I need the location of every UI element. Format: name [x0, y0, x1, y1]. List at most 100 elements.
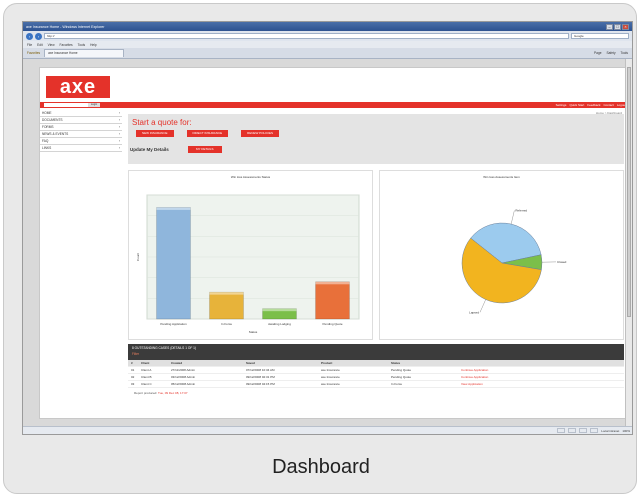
- chevron-right-icon: ›: [118, 146, 120, 150]
- sidebar-item-documents[interactable]: DOCUMENTS ›: [40, 117, 122, 124]
- cases-table-title: 8 OUTSTANDING CASES (DETAILS 1 OF 1): [132, 346, 196, 350]
- new-insurance-button[interactable]: NEW INSURANCE: [136, 130, 174, 137]
- quote-title: Start a quote for:: [132, 118, 192, 127]
- caption: Dashboard: [272, 456, 370, 478]
- table-row[interactable]: 03 Client C 05/12/2008 Admin 09/12/2008 04…: [128, 381, 624, 388]
- renew-policies-button[interactable]: RENEW POLICIES: [241, 130, 279, 137]
- axe-logo[interactable]: axe: [46, 76, 110, 98]
- web-page: axe Login Settings Quick Start Feedback …: [39, 67, 630, 419]
- my-details-button[interactable]: MY DETAILS: [188, 146, 222, 153]
- sidebar-item-faq[interactable]: FAQ ›: [40, 138, 122, 145]
- forward-icon[interactable]: ›: [35, 32, 42, 40]
- bar-chart-panel: Win loss Assessments Status Pending Appl…: [128, 170, 373, 340]
- bar-highlight: [262, 308, 297, 312]
- bar-highlight: [156, 207, 191, 210]
- sidebar: HOME › DOCUMENTS › FORMS › NEWS & EVENTS › F…: [40, 110, 122, 152]
- x-tick-label: In Force: [221, 322, 232, 326]
- tool-safety[interactable]: Safety: [607, 51, 616, 55]
- menu-tools[interactable]: Tools: [78, 43, 85, 47]
- x-axis-label: Status: [249, 330, 258, 334]
- login-button[interactable]: Login: [88, 102, 100, 107]
- pie-chart-panel: Win loss Assessments Item Referred Closed…: [379, 170, 624, 340]
- link-feedback[interactable]: Feedback: [587, 103, 600, 107]
- minimize-icon[interactable]: –: [606, 23, 613, 30]
- row-action-link[interactable]: Continue Application: [458, 367, 548, 373]
- window-title: axe Insurance Home - Windows Internet Ex…: [26, 24, 105, 29]
- menu-help[interactable]: Help: [90, 43, 97, 47]
- pie-label: Closed: [557, 260, 567, 264]
- pie-label: Lapsed: [469, 310, 479, 314]
- chevron-right-icon: ›: [118, 139, 120, 143]
- menu-favorites[interactable]: Favorites: [60, 43, 73, 47]
- page-viewport: axe Login Settings Quick Start Feedback …: [23, 59, 630, 428]
- col-header: Client: [141, 361, 150, 365]
- col-header: Status: [391, 361, 401, 365]
- quote-panel: Start a quote for: NEW INSURANCE DIRECT …: [128, 114, 624, 164]
- direct-insurance-button[interactable]: DIRECT INSURANCE: [186, 130, 229, 137]
- sidebar-item-home[interactable]: HOME ›: [40, 110, 122, 117]
- bar-highlight: [315, 281, 350, 285]
- x-tick-label: Pending Application: [160, 322, 187, 326]
- col-header: Saved: [246, 361, 255, 365]
- bar-1: [156, 207, 191, 320]
- sidebar-item-news[interactable]: NEWS & EVENTS ›: [40, 131, 122, 138]
- address-bar: ‹ › http:// Google: [23, 31, 632, 41]
- chevron-right-icon: ›: [118, 125, 120, 129]
- top-nav-bar: Login Settings Quick Start Feedback Cont…: [40, 102, 630, 108]
- col-header: #: [131, 361, 133, 365]
- col-header: Product: [321, 361, 333, 365]
- bar-highlight: [209, 292, 244, 295]
- menu-view[interactable]: View: [48, 43, 55, 47]
- tab-axe-home[interactable]: axe Insurance Home: [44, 49, 125, 57]
- bar-2: [209, 291, 244, 320]
- y-axis-label: Count: [136, 253, 140, 261]
- col-header: Created: [171, 361, 183, 365]
- vertical-scrollbar[interactable]: [625, 59, 632, 428]
- row-action-link[interactable]: View Application: [458, 381, 548, 387]
- tool-tools[interactable]: Tools: [621, 51, 628, 55]
- bar-chart: Pending Application In Force Awaiting Lodg…: [136, 194, 360, 334]
- pie-label: Referred: [515, 208, 527, 212]
- sidebar-item-forms[interactable]: FORMS ›: [40, 124, 122, 131]
- menu-bar: File Edit View Favorites Tools Help: [23, 41, 632, 48]
- link-settings[interactable]: Settings: [556, 103, 567, 107]
- pie-leader-line: [510, 210, 515, 225]
- search-input[interactable]: Google: [571, 33, 629, 39]
- filter-link[interactable]: Filter: [132, 352, 620, 356]
- zone-label: Local intranet: [601, 428, 620, 433]
- cases-table-header: 8 OUTSTANDING CASES (DETAILS 1 OF 1) Fil…: [128, 344, 624, 360]
- screenshot-card: axe Insurance Home - Windows Internet Ex…: [3, 3, 637, 494]
- browser-window: axe Insurance Home - Windows Internet Ex…: [22, 21, 633, 435]
- address-input[interactable]: http://: [44, 33, 569, 39]
- login-input[interactable]: [44, 102, 88, 107]
- table-row[interactable]: 02 Client B 03/12/2008 Admin 09/12/2008 02…: [128, 374, 624, 381]
- sidebar-item-links[interactable]: LINKS ›: [40, 145, 122, 152]
- menu-edit[interactable]: Edit: [37, 43, 43, 47]
- table-row[interactable]: 01 Client A 27/11/2008 Admin 07/12/2008 10…: [128, 367, 624, 374]
- row-action-link[interactable]: Continue Application: [458, 374, 548, 380]
- favorites-button[interactable]: Favorites: [27, 51, 40, 55]
- chevron-right-icon: ›: [118, 118, 120, 122]
- tool-page[interactable]: Page: [594, 51, 601, 55]
- maximize-icon[interactable]: □: [614, 23, 621, 30]
- pie-chart: Referred Closed Lapsed: [461, 208, 567, 314]
- zoom-label[interactable]: 100%: [622, 429, 630, 433]
- bar-4: [315, 281, 350, 320]
- table-header-row: # Client Created Saved Product Status: [128, 360, 624, 367]
- close-icon[interactable]: ×: [622, 23, 629, 30]
- status-bar: Local intranet 100%: [23, 426, 632, 434]
- chevron-right-icon: ›: [118, 111, 120, 115]
- menu-file[interactable]: File: [27, 43, 32, 47]
- link-quick-start[interactable]: Quick Start: [569, 103, 584, 107]
- x-tick-label: Pending Quote: [322, 322, 342, 326]
- title-bar: axe Insurance Home - Windows Internet Ex…: [23, 22, 632, 31]
- table-footer: Report produced: Tue, 09 Dec 08, 17:07: [134, 391, 188, 395]
- back-icon[interactable]: ‹: [26, 32, 33, 40]
- cases-table-panel: 8 OUTSTANDING CASES (DETAILS 1 OF 1) Fil…: [128, 344, 624, 418]
- chevron-right-icon: ›: [118, 132, 120, 136]
- tab-bar: Favorites axe Insurance Home Page Safety…: [23, 48, 632, 59]
- top-links: Settings Quick Start Feedback Contact Lo…: [556, 103, 626, 107]
- link-contact[interactable]: Contact: [603, 103, 613, 107]
- pie-leader-line: [479, 299, 486, 313]
- update-details-label: Update My Details: [130, 147, 169, 152]
